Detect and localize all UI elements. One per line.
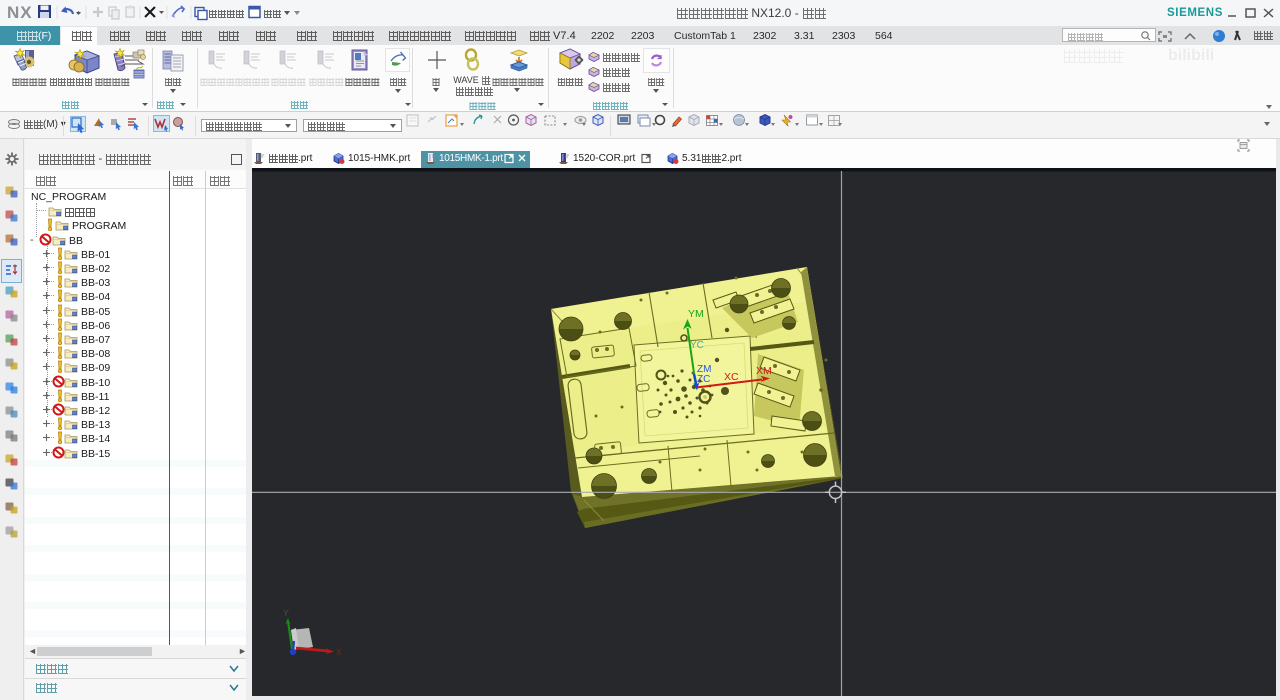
svg-text:XM: XM [756, 365, 772, 377]
svg-text:YM: YM [688, 308, 704, 320]
svg-text:Y: Y [283, 608, 289, 618]
svg-text:XC: XC [724, 371, 739, 383]
svg-text:ZC: ZC [697, 374, 710, 385]
svg-text:YC: YC [690, 340, 704, 351]
svg-text:X: X [336, 647, 342, 657]
